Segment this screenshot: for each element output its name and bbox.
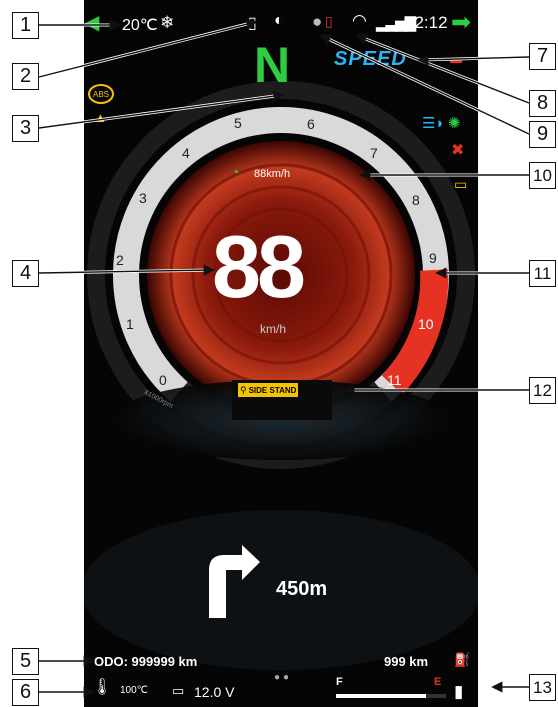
fuel-empty-label: E [434, 676, 442, 688]
rpm-tick: 1 [126, 316, 134, 332]
side-stand-icon: ⚲ [240, 384, 247, 395]
rpm-tick: 9 [429, 250, 437, 266]
rpm-tick: 7 [370, 145, 378, 161]
high-beam-icon: ☰◗ [422, 115, 445, 132]
abs-icon: ABS [88, 84, 114, 104]
rpm-tick: 8 [412, 192, 420, 208]
fuel-gauge-fill [336, 694, 427, 698]
callout-3: 3 [12, 115, 39, 142]
fuel-gauge [336, 694, 446, 698]
range-remaining: 999 km [384, 654, 429, 669]
navigation-distance: 450m [276, 578, 328, 600]
cruise-speed: 88km/h [254, 168, 291, 180]
helmet-icon: ● [312, 12, 323, 31]
red-indicator-icon [450, 58, 462, 63]
speed-unit: km/h [260, 322, 287, 336]
headset-icon: ◐ [274, 12, 284, 29]
phone-icon: ▯ [248, 15, 257, 32]
turn-right-icon: ➡ [451, 9, 472, 36]
rpm-tick: 6 [307, 116, 315, 132]
callout-9: 9 [529, 121, 556, 148]
engine-check-icon: ▭ [454, 176, 468, 192]
position-light-icon: ✺ [448, 115, 461, 132]
callout-6: 6 [12, 679, 39, 706]
callout-11: 11 [529, 260, 556, 287]
side-stand-label: SIDE STAND [248, 385, 297, 395]
fuel-full-label: F [336, 676, 343, 688]
clock: 12:12 [405, 13, 448, 32]
cruise-control-icon: ◔ [231, 164, 240, 180]
callout-8: 8 [529, 90, 556, 117]
callout-2: 2 [12, 63, 39, 90]
page-indicator: ●● [274, 672, 293, 683]
callout-10: 10 [529, 162, 556, 189]
battery-voltage: 12.0 V [194, 684, 235, 700]
rpm-tick: 11 [387, 372, 402, 388]
wifi-icon: ◠ [352, 11, 367, 30]
rpm-tick: 3 [139, 190, 147, 206]
turn-left-icon: ◀ [84, 12, 100, 34]
engine-warning-icon: ▯ [325, 13, 333, 29]
drive-mode: SPEED [334, 48, 407, 70]
side-stand-warning: ⚲ SIDE STAND [238, 383, 299, 397]
fuel-tank-icon: ▮ [454, 682, 464, 701]
callout-4: 4 [12, 260, 39, 287]
rpm-tick: 10 [418, 316, 434, 332]
rpm-tick: 2 [116, 252, 124, 268]
odometer: ODO: 999999 km [94, 654, 198, 669]
callout-13: 13 [529, 674, 556, 701]
coolant-temp-icon: 🌡 [92, 679, 113, 696]
snowflake-icon: ❄ [160, 13, 175, 32]
gear-indicator: N [254, 37, 291, 93]
coolant-temperature: 100℃ [120, 685, 148, 696]
callout-5: 5 [12, 648, 39, 675]
battery-warning-icon: ✖ [451, 142, 465, 159]
dashboard-screen: ◀ 20℃ ❄ ▯ ◐ ● ▯ ◠ ▂▃▅▇ 12:12 ➡ N SPEED A… [84, 0, 478, 707]
rpm-tick: 4 [182, 145, 190, 161]
battery-icon: ▭ [172, 683, 185, 698]
callout-1: 1 [12, 12, 39, 39]
speed-value: 88 [212, 217, 306, 316]
ambient-temperature: 20℃ [122, 17, 158, 34]
rpm-tick: 0 [159, 372, 167, 388]
warning-triangle-icon: ▲ [94, 110, 107, 125]
callout-12: 12 [529, 377, 556, 404]
callout-7: 7 [529, 43, 556, 70]
rpm-tick: 5 [234, 115, 242, 131]
fuel-pump-icon: ⛽ [454, 652, 471, 667]
